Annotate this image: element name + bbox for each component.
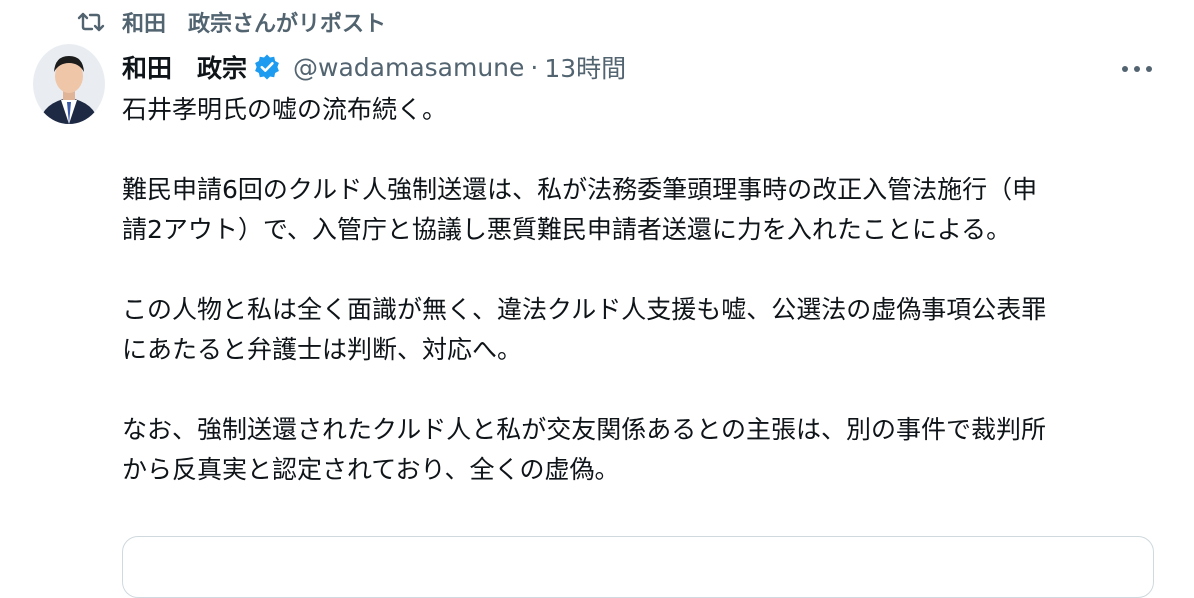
post-line: 請2アウト）で、入管庁と協議し悪質難民申請者送還に力を入れたことによる。 [122, 215, 1012, 244]
post-line: この人物と私は全く面識が無く、違法クルド人支援も嘘、公選法の虚偽事項公表罪 [122, 295, 1047, 324]
post-text: 石井孝明氏の嘘の流布続く。 難民申請6回のクルド人強制送還は、私が法務委筆頭理事… [122, 90, 1142, 490]
post-paragraph: この人物と私は全く面識が無く、違法クルド人支援も嘘、公選法の虚偽事項公表罪 にあ… [122, 290, 1142, 370]
author-name[interactable]: 和田 政宗 [122, 49, 247, 85]
post-line: 石井孝明氏の嘘の流布続く。 [122, 95, 448, 124]
post-line: から反真実と認定されており、全くの虚偽。 [122, 455, 620, 484]
post-paragraph: 石井孝明氏の嘘の流布続く。 [122, 90, 1142, 130]
quoted-post-card[interactable] [122, 536, 1154, 598]
post-timestamp[interactable]: 13時間 [544, 49, 626, 85]
post-line: なお、強制送還されたクルド人と私が交友関係あるとの主張は、別の事件で裁判所 [122, 415, 1047, 444]
post-line: にあたると弁護士は判断、対応へ。 [122, 335, 523, 364]
post-header: 和田 政宗 @wadamasamune · 13時間 [122, 47, 626, 87]
more-options-icon [1121, 58, 1153, 77]
author-handle[interactable]: @wadamasamune [293, 53, 524, 82]
separator-dot: · [530, 52, 539, 82]
avatar[interactable] [33, 44, 105, 124]
repost-label[interactable]: 和田 政宗さんがリポスト [122, 6, 386, 38]
post-paragraph: 難民申請6回のクルド人強制送還は、私が法務委筆頭理事時の改正入管法施行（申 請2… [122, 170, 1142, 250]
post-paragraph: なお、強制送還されたクルド人と私が交友関係あるとの主張は、別の事件で裁判所 から… [122, 410, 1142, 490]
more-options-button[interactable] [1114, 52, 1160, 82]
repost-icon [76, 7, 106, 37]
repost-indicator[interactable]: 和田 政宗さんがリポスト [76, 4, 386, 40]
verified-badge-icon[interactable] [253, 52, 283, 82]
post-line: 難民申請6回のクルド人強制送還は、私が法務委筆頭理事時の改正入管法施行（申 [122, 175, 1038, 204]
